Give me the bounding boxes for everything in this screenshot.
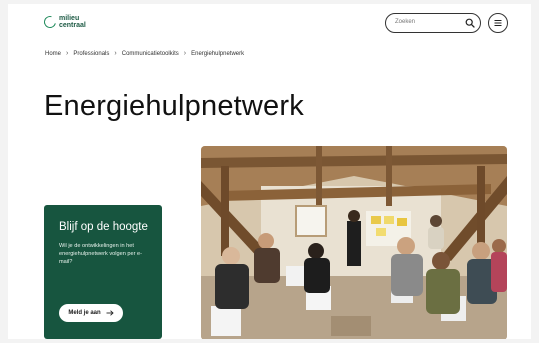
logo-line-2: centraal [59,22,86,29]
page: milieu centraal Zoeken Home › Profession… [8,4,531,339]
subscribe-button[interactable]: Meld je aan [59,304,123,322]
search-input[interactable]: Zoeken [385,13,481,33]
breadcrumb: Home › Professionals › Communicatietoolk… [45,50,244,57]
chevron-right-icon: › [66,50,69,57]
breadcrumb-home[interactable]: Home [45,51,61,57]
logo-mark-icon [41,13,59,31]
milieu-centraal-logo[interactable]: milieu centraal [41,13,86,31]
menu-icon [494,20,502,26]
logo-line-1: milieu [59,15,80,22]
newsletter-card: Blijf op de hoogte Wil je de ontwikkelin… [44,205,162,339]
breadcrumb-professionals[interactable]: Professionals [73,51,109,57]
newsletter-title: Blijf op de hoogte [59,221,148,233]
logo-text: milieu centraal [59,15,86,29]
search-icon[interactable] [465,18,475,28]
menu-button[interactable] [488,13,508,33]
page-title: Energiehulpnetwerk [44,90,304,122]
arrow-right-icon [106,310,114,316]
chevron-right-icon: › [114,50,117,57]
chevron-right-icon: › [183,50,187,57]
subscribe-button-label: Meld je aan [68,310,101,316]
search-placeholder: Zoeken [395,19,416,25]
breadcrumb-current: Energiehulpnetwerk [191,50,245,57]
breadcrumb-communicatietoolkits[interactable]: Communicatietoolkits [122,51,179,57]
workshop-photo [201,146,507,339]
newsletter-text: Wil je de ontwikkelingen in het energieh… [59,243,143,265]
